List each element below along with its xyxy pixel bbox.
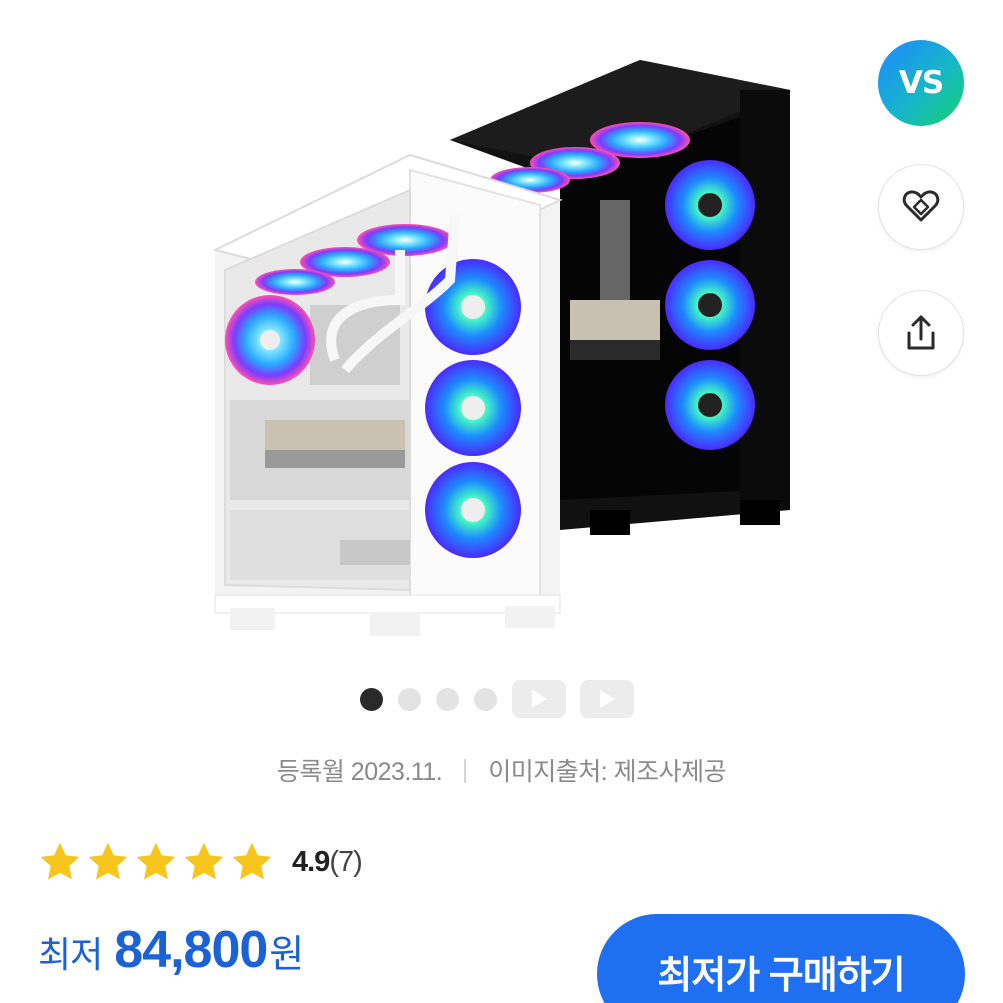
like-button[interactable] [878, 164, 964, 250]
rating-score: 4.9 [292, 845, 330, 878]
gallery-dot-2[interactable] [398, 687, 421, 711]
product-meta: 등록월 2023.11. 이미지출처: 제조사제공 [0, 752, 1003, 788]
share-icon [907, 315, 935, 350]
gallery-dot-3[interactable] [436, 687, 459, 711]
buy-button-label: 최저가 구매하기 [657, 955, 905, 997]
brand-vs-label: VS [898, 65, 944, 101]
lowest-price: 최저 84,800 원 [38, 920, 304, 980]
star-icon [88, 842, 128, 880]
star-icon [40, 842, 80, 880]
gallery-video-2[interactable] [580, 680, 634, 718]
rating[interactable]: 4.9 (7) [38, 840, 363, 884]
brand-vs-badge[interactable]: VS [878, 40, 964, 126]
price-label: 최저 [38, 934, 103, 975]
share-button[interactable] [878, 290, 964, 376]
play-icon [600, 690, 615, 708]
price-unit: 원 [269, 934, 305, 976]
play-icon [532, 690, 547, 708]
product-image[interactable] [0, 0, 1003, 670]
buy-lowest-price-button[interactable]: 최저가 구매하기 [597, 914, 965, 1003]
price-value: 84,800 [114, 921, 268, 979]
gallery-dot-1[interactable] [360, 687, 383, 711]
registered-date: 등록월 2023.11. [276, 758, 443, 786]
gallery-video-1[interactable] [512, 680, 566, 718]
image-source: 이미지출처: 제조사제공 [488, 758, 727, 786]
review-count[interactable]: (7) [329, 846, 362, 879]
heart-tag-icon [902, 190, 940, 222]
meta-divider [464, 759, 467, 783]
star-icon [232, 842, 272, 880]
gallery-pager [360, 680, 648, 718]
star-icon [184, 842, 224, 880]
gallery-dot-4[interactable] [474, 687, 497, 711]
star-icon [136, 842, 176, 880]
pc-case-illustration [212, 60, 790, 636]
